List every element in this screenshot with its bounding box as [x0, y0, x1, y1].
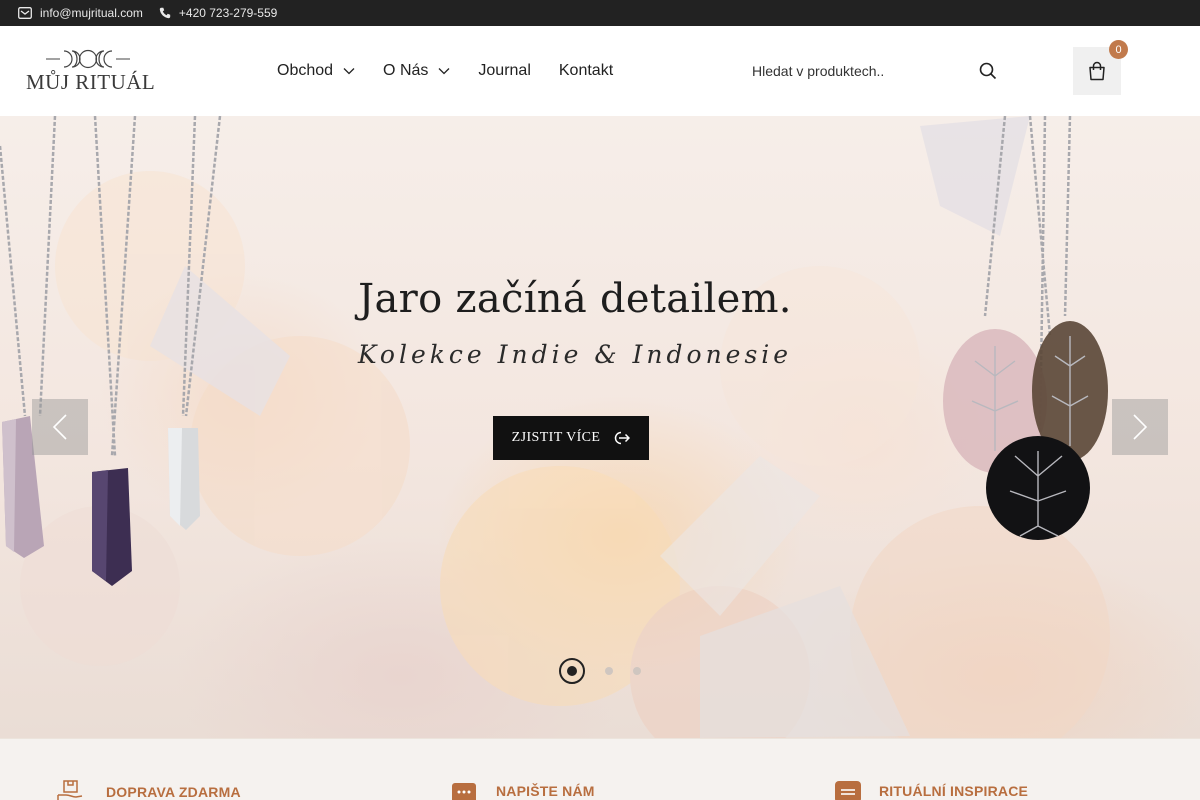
topbar-email-text: info@mujritual.com — [40, 6, 143, 20]
topbar-email[interactable]: info@mujritual.com — [18, 6, 143, 20]
feature-ritual-inspiration[interactable]: RITUÁLNÍ INSPIRACE — [835, 779, 1028, 800]
nav-item-label: Journal — [478, 62, 531, 79]
slider-dot-3[interactable] — [633, 667, 641, 675]
chevron-right-icon — [1133, 414, 1148, 440]
features-strip: DOPRAVA ZDARMA NAPIŠTE NÁM RITUÁLNÍ INSP… — [0, 738, 1200, 800]
moon-phases-logo-icon — [46, 49, 130, 69]
slider-dot-1[interactable] — [559, 658, 585, 684]
nav-item-label: O Nás — [383, 62, 429, 79]
arrow-out-icon — [615, 431, 631, 445]
slider-pagination — [559, 658, 641, 684]
nav-item-label: Obchod — [277, 62, 334, 79]
chevron-left-icon — [52, 414, 67, 440]
chevron-down-icon — [343, 68, 355, 75]
feature-label: DOPRAVA ZDARMA — [106, 784, 241, 800]
feature-label: NAPIŠTE NÁM — [496, 783, 595, 799]
chat-icon — [452, 783, 476, 800]
slider-dot-2[interactable] — [605, 667, 613, 675]
chevron-down-icon — [438, 68, 450, 75]
cart-count-badge: 0 — [1109, 40, 1128, 59]
hero-subtitle: Kolekce Indie & Indonesie — [357, 340, 793, 369]
topbar-phone[interactable]: +420 723-279-559 — [159, 6, 277, 20]
nav-item-label: Kontakt — [558, 62, 614, 79]
delivery-hand-icon — [57, 780, 83, 800]
learn-more-label: ZJISTIT VÍCE — [511, 430, 601, 445]
logo[interactable]: MŮJ RITUÁL — [26, 48, 155, 96]
phone-icon — [159, 7, 171, 19]
nav-item-kontakt[interactable]: Kontakt — [559, 62, 613, 80]
learn-more-button[interactable]: ZJISTIT VÍCE — [493, 416, 649, 460]
hero-slider: Jaro začíná detailem. Kolekce Indie & In… — [0, 116, 1200, 738]
hero-title: Jaro začíná detailem. — [358, 276, 792, 322]
feature-label: RITUÁLNÍ INSPIRACE — [879, 783, 1029, 799]
top-bar: info@mujritual.com +420 723-279-559 — [0, 0, 1200, 26]
site-header: MŮJ RITUÁL Obchod O Nás Journal Kontakt … — [0, 26, 1200, 116]
feature-free-shipping[interactable]: DOPRAVA ZDARMA — [56, 779, 241, 800]
shopping-bag-icon — [1089, 61, 1105, 81]
logo-text: MŮJ RITUÁL — [26, 70, 156, 94]
search-icon — [979, 62, 997, 80]
slider-prev-button[interactable] — [32, 399, 88, 455]
note-icon — [835, 781, 861, 800]
topbar-phone-text: +420 723-279-559 — [178, 6, 278, 20]
search-button[interactable] — [979, 62, 997, 85]
nav-item-obchod[interactable]: Obchod — [277, 62, 355, 80]
nav-item-journal[interactable]: Journal — [478, 62, 530, 80]
slider-next-button[interactable] — [1112, 399, 1168, 455]
feature-write-us[interactable]: NAPIŠTE NÁM — [452, 779, 595, 800]
main-nav: Obchod O Nás Journal Kontakt — [277, 62, 641, 80]
search-input[interactable] — [738, 63, 958, 79]
nav-item-o-nas[interactable]: O Nás — [383, 62, 450, 80]
mail-icon — [18, 7, 32, 19]
search-bar — [738, 54, 1004, 88]
